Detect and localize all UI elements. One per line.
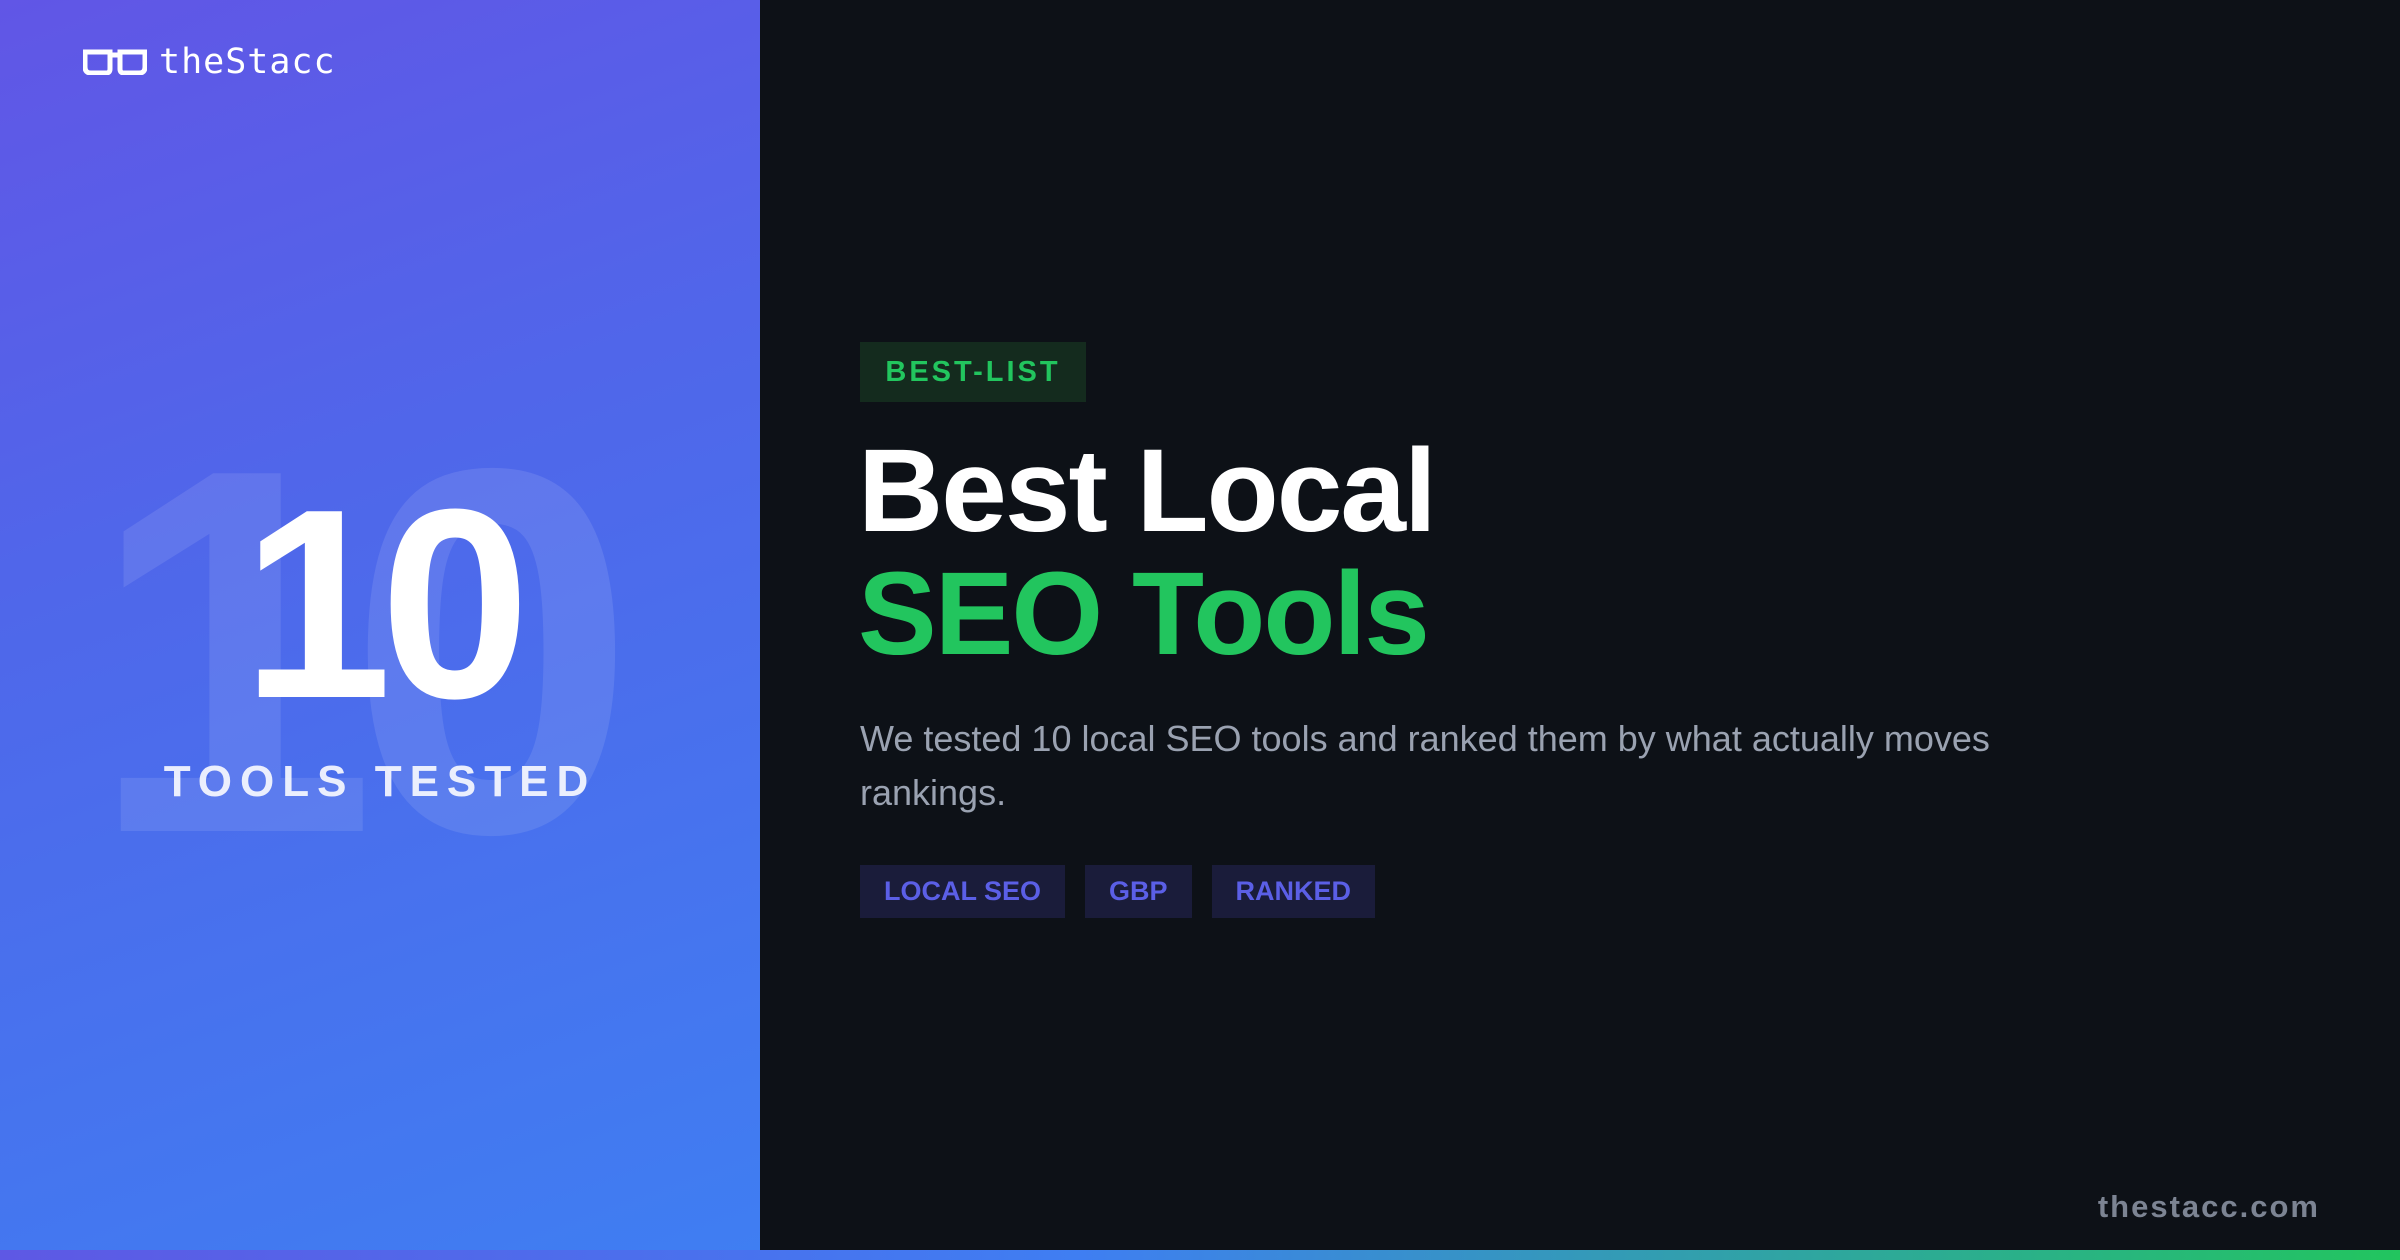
tag-local-seo[interactable]: LOCAL SEO	[860, 865, 1066, 918]
bottom-gradient-bar	[0, 1250, 2400, 1260]
glasses-icon	[83, 49, 147, 75]
tag-gbp[interactable]: GBP	[1085, 865, 1192, 918]
hero-panel: theStacc 10 10 TOOLS TESTED	[0, 0, 760, 1260]
logo-text: theStacc	[159, 42, 336, 82]
tag-list: LOCAL SEO GBP RANKED	[860, 865, 1376, 918]
hero-label: TOOLS TESTED	[163, 757, 597, 806]
tag-ranked[interactable]: RANKED	[1211, 865, 1376, 918]
site-url[interactable]: thestacc.com	[2098, 1189, 2320, 1225]
hero-number: 10	[241, 454, 530, 755]
page-title-line2: SEO Tools	[858, 548, 1430, 680]
logo[interactable]: theStacc	[83, 42, 336, 82]
category-badge: BEST-LIST	[860, 342, 1086, 402]
page-subtitle: We tested 10 local SEO tools and ranked …	[860, 718, 1990, 813]
page-title-line1: Best Local	[858, 425, 1437, 557]
